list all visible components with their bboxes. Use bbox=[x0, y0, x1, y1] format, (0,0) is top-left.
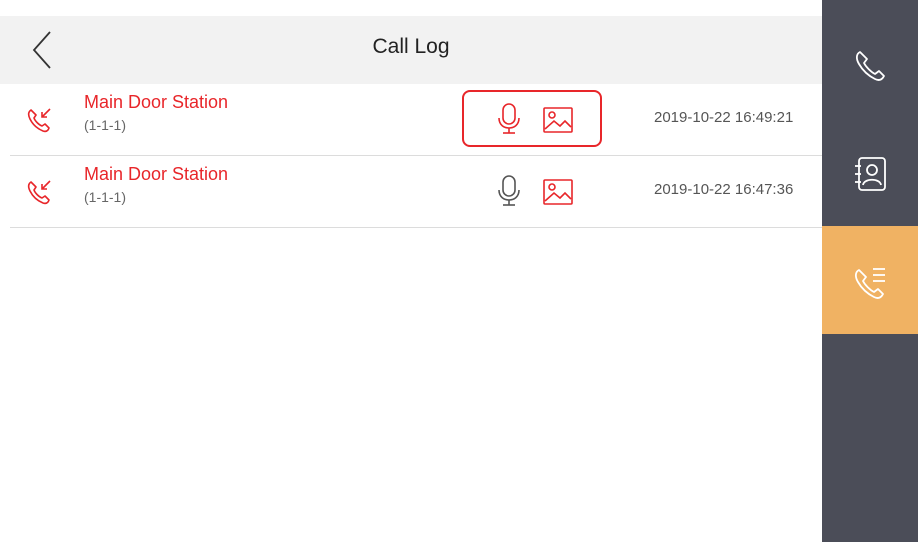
sidebar-item-contacts[interactable] bbox=[822, 118, 918, 226]
microphone-icon[interactable] bbox=[494, 102, 524, 136]
contacts-icon bbox=[855, 157, 886, 191]
caller-name: Main Door Station bbox=[84, 164, 229, 184]
incoming-call-icon bbox=[27, 180, 51, 205]
top-strip bbox=[0, 0, 822, 16]
sidebar-item-call-log[interactable] bbox=[822, 226, 918, 334]
back-button[interactable] bbox=[24, 28, 64, 72]
microphone-icon[interactable] bbox=[494, 174, 524, 208]
call-timestamp: 2019-10-22 16:47:36 bbox=[654, 181, 794, 198]
incoming-call-icon bbox=[27, 108, 51, 133]
caller-number: (1-1-1) bbox=[84, 189, 127, 205]
header-bar: Call Log bbox=[0, 16, 822, 84]
call-log-row[interactable]: Main Door Station (1-1-1) 2019-10-22 16:… bbox=[10, 84, 822, 156]
phone-icon bbox=[855, 51, 885, 81]
sidebar bbox=[822, 0, 918, 542]
image-icon[interactable] bbox=[542, 177, 574, 207]
call-timestamp: 2019-10-22 16:49:21 bbox=[654, 109, 794, 126]
caller-number: (1-1-1) bbox=[84, 117, 127, 133]
call-log-icon bbox=[854, 268, 885, 299]
page-title: Call Log bbox=[372, 35, 450, 58]
call-log-list: Main Door Station (1-1-1) 2019-10-22 16:… bbox=[10, 84, 822, 228]
caller-name: Main Door Station bbox=[84, 92, 229, 112]
sidebar-item-phone[interactable] bbox=[822, 10, 918, 118]
chevron-left-icon bbox=[32, 31, 51, 69]
image-icon[interactable] bbox=[542, 105, 574, 135]
media-highlight-box bbox=[462, 90, 602, 147]
call-log-row[interactable]: Main Door Station (1-1-1) 2019-10-22 16:… bbox=[10, 156, 822, 228]
